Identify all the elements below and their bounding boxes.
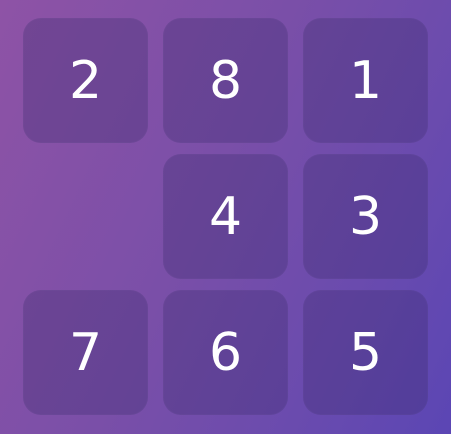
- puzzle-tile-3[interactable]: 3: [303, 154, 428, 279]
- puzzle-tile-2[interactable]: 2: [23, 18, 148, 143]
- sliding-puzzle-board: 2 8 1 4 3 7 6 5: [0, 0, 451, 434]
- puzzle-tile-6[interactable]: 6: [163, 290, 288, 415]
- puzzle-tile-5[interactable]: 5: [303, 290, 428, 415]
- puzzle-tile-8[interactable]: 8: [163, 18, 288, 143]
- puzzle-tile-4[interactable]: 4: [163, 154, 288, 279]
- puzzle-tile-1[interactable]: 1: [303, 18, 428, 143]
- puzzle-tile-7[interactable]: 7: [23, 290, 148, 415]
- empty-slot: [23, 154, 148, 279]
